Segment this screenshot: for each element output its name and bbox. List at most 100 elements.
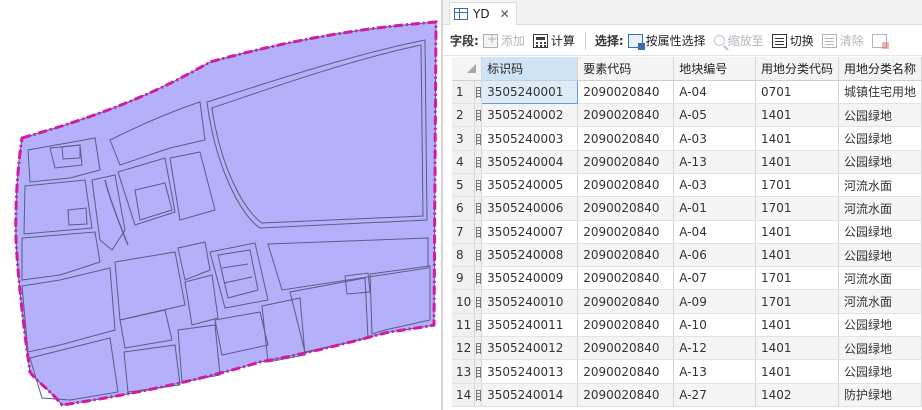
row-drag-handle[interactable] [474, 173, 483, 198]
table-cell[interactable]: 3505240006 [481, 196, 579, 221]
column-header[interactable]: 用地分类代码 [755, 57, 839, 81]
row-number[interactable]: 10 [452, 289, 476, 314]
table-cell[interactable]: 3505240014 [481, 383, 579, 407]
table-cell[interactable]: 3505240011 [481, 313, 579, 338]
table-cell[interactable]: 2090020840 [577, 243, 675, 268]
table-cell[interactable]: 2090020840 [577, 196, 675, 221]
table-row[interactable]: 14 3505240014 2090020840 A-27 1402 防护绿地 [452, 383, 922, 407]
row-number[interactable]: 5 [452, 173, 476, 198]
table-row[interactable]: 8 3505240008 2090020840 A-06 1401 公园绿地 [452, 243, 922, 268]
row-drag-handle[interactable] [474, 196, 483, 221]
row-drag-handle[interactable] [474, 336, 483, 361]
close-icon[interactable]: ✕ [500, 7, 510, 21]
table-cell[interactable]: 1402 [755, 383, 839, 407]
column-header[interactable]: 要素代码 [577, 57, 675, 81]
table-cell[interactable]: A-06 [673, 243, 756, 268]
table-cell[interactable]: 城镇住宅用地 [838, 80, 922, 105]
table-row[interactable]: 12 3505240012 2090020840 A-12 1401 公园绿地 [452, 336, 922, 361]
row-number[interactable]: 2 [452, 103, 476, 128]
table-row[interactable]: 11 3505240011 2090020840 A-10 1401 公园绿地 [452, 313, 922, 338]
row-number[interactable]: 4 [452, 150, 476, 174]
row-drag-handle[interactable] [474, 383, 483, 407]
add-field-button[interactable]: 添加 [482, 32, 525, 49]
table-cell[interactable]: 2090020840 [577, 173, 675, 198]
table-cell[interactable]: 3505240010 [481, 289, 579, 314]
table-cell[interactable]: 公园绿地 [838, 359, 922, 384]
select-all-corner[interactable] [452, 57, 483, 81]
table-cell[interactable]: A-13 [673, 150, 756, 174]
table-cell[interactable]: 3505240009 [481, 266, 579, 291]
table-cell[interactable]: 3505240012 [481, 336, 579, 361]
row-drag-handle[interactable] [474, 126, 483, 151]
table-cell[interactable]: 2090020840 [577, 80, 675, 105]
table-cell[interactable]: 公园绿地 [838, 220, 922, 244]
table-row[interactable]: 6 3505240006 2090020840 A-01 1701 河流水面 [452, 196, 922, 221]
delete-selection-button[interactable] [871, 33, 890, 49]
table-cell[interactable]: 河流水面 [838, 266, 922, 291]
table-cell[interactable]: 河流水面 [838, 289, 922, 314]
table-cell[interactable]: 1401 [755, 313, 839, 338]
column-header[interactable]: 地块编号 [673, 57, 756, 81]
table-cell[interactable]: 公园绿地 [838, 243, 922, 268]
table-cell[interactable]: 3505240002 [481, 103, 579, 128]
tab-yd[interactable]: YD ✕ [449, 2, 517, 25]
table-cell[interactable]: 2090020840 [577, 220, 675, 244]
table-cell[interactable]: 3505240001 [481, 79, 579, 105]
table-cell[interactable]: 公园绿地 [838, 126, 922, 151]
row-number[interactable]: 8 [452, 243, 476, 268]
row-number[interactable]: 7 [452, 220, 476, 244]
table-cell[interactable]: 公园绿地 [838, 103, 922, 128]
table-cell[interactable]: 3505240005 [481, 173, 579, 198]
row-drag-handle[interactable] [474, 80, 483, 105]
table-cell[interactable]: 3505240008 [481, 243, 579, 268]
select-by-attribute-button[interactable]: 按属性选择 [627, 32, 706, 50]
row-number[interactable]: 12 [452, 336, 476, 361]
table-cell[interactable]: 3505240007 [481, 220, 579, 244]
row-drag-handle[interactable] [474, 359, 483, 384]
row-number[interactable]: 1 [452, 80, 476, 105]
clear-selection-button[interactable]: 清除 [821, 32, 864, 49]
table-cell[interactable]: 1401 [755, 243, 839, 268]
row-drag-handle[interactable] [474, 220, 483, 244]
table-cell[interactable]: 1401 [755, 336, 839, 361]
table-row[interactable]: 7 3505240007 2090020840 A-04 1401 公园绿地 [452, 220, 922, 244]
row-drag-handle[interactable] [474, 289, 483, 314]
table-row[interactable]: 5 3505240005 2090020840 A-03 1701 河流水面 [452, 173, 922, 198]
table-row[interactable]: 9 3505240009 2090020840 A-07 1701 河流水面 [452, 266, 922, 291]
table-cell[interactable]: A-07 [673, 266, 756, 291]
table-row[interactable]: 1 3505240001 2090020840 A-04 0701 城镇住宅用地 [452, 79, 922, 105]
table-cell[interactable]: 河流水面 [838, 196, 922, 221]
table-cell[interactable]: A-04 [673, 220, 756, 244]
table-cell[interactable]: 公园绿地 [838, 336, 922, 361]
table-cell[interactable]: A-03 [673, 126, 756, 151]
row-number[interactable]: 9 [452, 266, 476, 291]
table-cell[interactable]: A-04 [673, 80, 756, 105]
table-cell[interactable]: 2090020840 [577, 126, 675, 151]
row-drag-handle[interactable] [474, 266, 483, 291]
table-cell[interactable]: 0701 [755, 80, 839, 105]
column-header[interactable]: 标识码 [481, 57, 579, 81]
table-row[interactable]: 13 3505240013 2090020840 A-13 1401 公园绿地 [452, 359, 922, 384]
map-view[interactable] [0, 0, 441, 410]
table-cell[interactable]: A-13 [673, 359, 756, 384]
table-cell[interactable]: A-09 [673, 289, 756, 314]
table-cell[interactable]: A-05 [673, 103, 756, 128]
row-number[interactable]: 13 [452, 359, 476, 384]
table-cell[interactable]: 公园绿地 [838, 313, 922, 338]
table-row[interactable]: 2 3505240002 2090020840 A-05 1401 公园绿地 [452, 103, 922, 128]
table-cell[interactable]: 1401 [755, 103, 839, 128]
table-cell[interactable]: A-27 [673, 383, 756, 407]
table-cell[interactable]: 2090020840 [577, 150, 675, 174]
row-number[interactable]: 11 [452, 313, 476, 338]
table-cell[interactable]: A-12 [673, 336, 756, 361]
table-row[interactable]: 4 3505240004 2090020840 A-13 1401 公园绿地 [452, 150, 922, 174]
table-cell[interactable]: 1401 [755, 359, 839, 384]
row-number[interactable]: 14 [452, 383, 476, 407]
table-cell[interactable]: 1401 [755, 220, 839, 244]
table-cell[interactable]: 2090020840 [577, 336, 675, 361]
table-cell[interactable]: 1401 [755, 126, 839, 151]
row-number[interactable]: 6 [452, 196, 476, 221]
row-drag-handle[interactable] [474, 243, 483, 268]
table-cell[interactable]: A-03 [673, 173, 756, 198]
table-cell[interactable]: 河流水面 [838, 173, 922, 198]
